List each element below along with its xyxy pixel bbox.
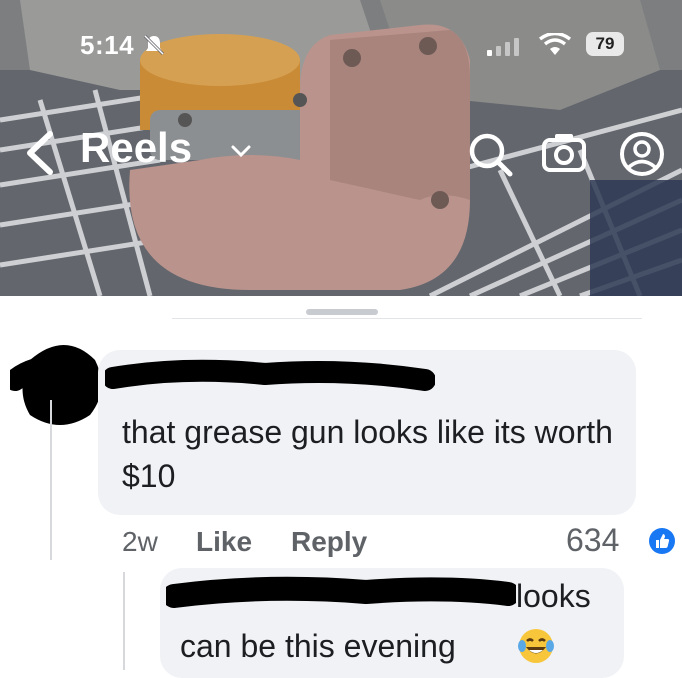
back-chevron-icon[interactable]	[22, 128, 58, 178]
camera-icon[interactable]	[541, 130, 587, 176]
dropdown-chevron-icon[interactable]	[230, 144, 252, 158]
wifi-icon	[539, 33, 571, 55]
reply-text-line1: looks	[516, 578, 591, 614]
status-bar: 5:14 79	[0, 0, 682, 90]
username-redacted[interactable]	[105, 358, 435, 398]
comment-timestamp: 2w	[122, 526, 158, 557]
laughing-crying-emoji-icon	[518, 629, 554, 663]
divider	[172, 318, 642, 319]
like-icon[interactable]	[648, 527, 676, 555]
reply-button[interactable]: Reply	[291, 526, 367, 558]
battery-icon: 79	[586, 32, 624, 56]
reply-thread-line	[123, 572, 125, 670]
reel-preview-image[interactable]: 5:14 79 Reels	[0, 0, 682, 296]
status-time: 5:14	[80, 30, 135, 60]
profile-icon[interactable]	[618, 130, 666, 178]
reply-username-redacted[interactable]	[166, 574, 516, 614]
search-icon[interactable]	[468, 132, 514, 178]
like-button[interactable]: Like	[196, 526, 252, 558]
reels-navbar: Reels	[0, 120, 682, 180]
bell-muted-icon	[143, 34, 165, 56]
reply-text-line2: can be this evening	[180, 628, 456, 664]
comment-text: that grease gun looks like its worth $10	[122, 414, 613, 494]
signal-icon	[487, 38, 519, 56]
battery-level: 79	[595, 34, 615, 53]
thread-line	[50, 400, 52, 560]
page-title[interactable]: Reels	[80, 124, 192, 172]
sheet-drag-handle[interactable]	[306, 309, 378, 315]
like-count[interactable]: 634	[566, 522, 619, 559]
